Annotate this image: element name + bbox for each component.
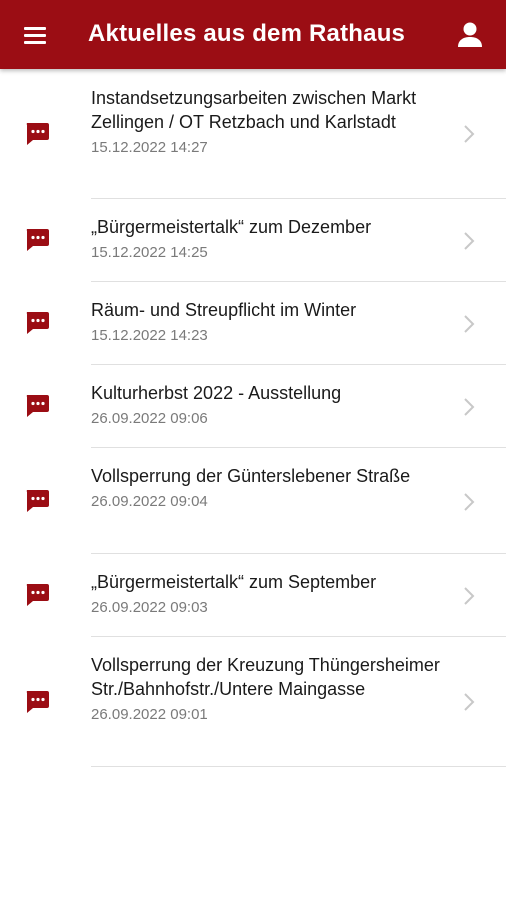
hamburger-menu-icon[interactable]	[20, 22, 50, 48]
chat-message-icon	[24, 227, 50, 253]
chevron-right-icon	[462, 692, 476, 712]
chat-message-icon	[24, 488, 50, 514]
news-title: „Bürgermeistertalk“ zum Dezember	[91, 217, 372, 237]
news-date: 26.09.2022 09:04	[91, 493, 208, 510]
chevron-right-icon	[462, 492, 476, 512]
news-item[interactable]: Kulturherbst 2022 - Ausstellung 26.09.20…	[0, 365, 506, 448]
chevron-right-icon	[462, 231, 476, 251]
news-item[interactable]: „Bürgermeistertalk“ zum Dezember 15.12.2…	[0, 199, 506, 282]
chat-message-icon	[24, 393, 50, 419]
person-icon[interactable]	[452, 18, 488, 52]
news-title: Vollsperrung der Kreuzung Thüngersheimer…	[91, 655, 440, 699]
news-date: 15.12.2022 14:23	[91, 327, 208, 344]
news-date: 26.09.2022 09:01	[91, 706, 208, 723]
news-date: 15.12.2022 14:27	[91, 139, 208, 156]
news-title: „Bürgermeistertalk“ zum September	[91, 572, 377, 592]
chat-message-icon	[24, 310, 50, 336]
news-date: 15.12.2022 14:25	[91, 244, 208, 261]
chevron-right-icon	[462, 314, 476, 334]
news-item[interactable]: Instandsetzungsarbeiten zwischen Markt Z…	[0, 69, 506, 199]
news-title: Kulturherbst 2022 - Ausstellung	[91, 383, 342, 403]
news-item[interactable]: Räum- und Streupflicht im Winter 15.12.2…	[0, 282, 506, 365]
chevron-right-icon	[462, 586, 476, 606]
news-title: Instandsetzungsarbeiten zwischen Markt Z…	[91, 88, 417, 132]
chat-message-icon	[24, 582, 50, 608]
chevron-right-icon	[462, 397, 476, 417]
news-title: Vollsperrung der Günterslebener Straße	[91, 466, 411, 486]
news-title: Räum- und Streupflicht im Winter	[91, 300, 357, 320]
app-bar: Aktuelles aus dem Rathaus	[0, 0, 506, 69]
chevron-right-icon	[462, 124, 476, 144]
chat-message-icon	[24, 121, 50, 147]
divider	[91, 766, 506, 767]
news-item[interactable]: Vollsperrung der Günterslebener Straße 2…	[0, 448, 506, 554]
news-date: 26.09.2022 09:03	[91, 599, 208, 616]
news-item[interactable]: Vollsperrung der Kreuzung Thüngersheimer…	[0, 637, 506, 767]
news-date: 26.09.2022 09:06	[91, 410, 208, 427]
news-item[interactable]: „Bürgermeistertalk“ zum September 26.09.…	[0, 554, 506, 637]
chat-message-icon	[24, 689, 50, 715]
page-title: Aktuelles aus dem Rathaus	[88, 20, 406, 47]
